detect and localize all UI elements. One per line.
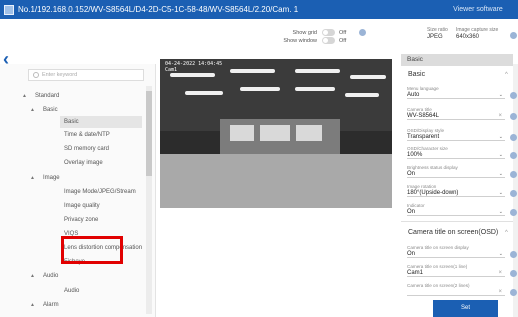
ceiling-light <box>185 91 223 95</box>
caret-icon: ▲ <box>30 107 35 113</box>
chevron-down-icon: ⌄ <box>498 152 503 158</box>
osd-camera-title: Cam1 <box>165 67 178 73</box>
section-basic-title: Basic <box>408 71 426 78</box>
show-grid-label: Show grid <box>292 29 317 36</box>
chevron-up-icon[interactable]: ^ <box>505 230 508 236</box>
chevron-down-icon: ⌄ <box>498 190 503 196</box>
clear-icon[interactable]: × <box>498 269 502 277</box>
video-window <box>230 125 254 141</box>
ceiling-light <box>230 69 275 73</box>
clear-icon[interactable]: × <box>498 288 502 296</box>
menu-language-field[interactable]: Menu language Auto ⌄ <box>407 86 505 99</box>
ceiling-light <box>170 73 215 77</box>
help-icon[interactable] <box>510 152 517 159</box>
show-grid-toggle[interactable] <box>322 29 335 36</box>
osd-title-line1-field[interactable]: Camera title on screen(1 line) Cam1 × <box>407 264 505 277</box>
caret-icon: ▲ <box>30 273 35 279</box>
osd-title-display-field[interactable]: Camera title on screen display On ⌄ <box>407 245 505 258</box>
chevron-down-icon: ⌄ <box>498 171 503 177</box>
chevron-down-icon: ⌄ <box>498 134 503 140</box>
osd-title-line2-field[interactable]: Camera title on screen(2 lines) × <box>407 283 505 296</box>
help-icon[interactable] <box>510 32 517 39</box>
brightness-status-field[interactable]: Brightness status display On ⌄ <box>407 165 505 178</box>
indicator-field[interactable]: Indicator On ⌄ <box>407 203 505 216</box>
tree-item-image-group[interactable]: ▲ Image <box>30 172 60 184</box>
tree-item-sd-card[interactable]: SD memory card <box>64 143 109 155</box>
search-icon <box>33 72 39 78</box>
show-window-row: Show window Off <box>277 37 349 44</box>
search-placeholder: Enter keyword <box>42 72 78 78</box>
ceiling-light <box>350 75 386 79</box>
show-window-toggle[interactable] <box>322 37 335 44</box>
size-ratio-control[interactable]: Size ratio JPEG <box>427 27 448 40</box>
section-divider <box>401 221 513 222</box>
caret-icon: ▲ <box>30 302 35 308</box>
capture-size-control[interactable]: Image capture size 640x360 <box>456 27 498 40</box>
tree-item-image-mode[interactable]: Image Mode/JPEG/Stream <box>64 186 136 198</box>
show-window-state: Off <box>339 37 347 44</box>
panel-header: Basic <box>401 54 513 66</box>
tree-item-time-date[interactable]: Time & date/NTP <box>64 129 110 141</box>
chevron-down-icon: ⌄ <box>498 209 503 215</box>
tree-item-basic-group[interactable]: ▲ Basic <box>30 104 58 116</box>
help-icon[interactable] <box>359 29 366 36</box>
video-osd: 04-24-2022 14:04:45 Cam1 <box>165 61 222 73</box>
ceiling-light <box>345 93 379 97</box>
help-icon[interactable] <box>510 113 517 120</box>
tree-item-basic[interactable]: Basic <box>60 116 142 128</box>
tree-item-image-quality[interactable]: Image quality <box>64 200 100 212</box>
help-icon[interactable] <box>510 289 517 296</box>
help-icon[interactable] <box>510 209 517 216</box>
viewer-software-label: Viewer software <box>453 6 503 13</box>
image-rotation-field[interactable]: Image rotation 180°(Upside-down) ⌄ <box>407 184 505 197</box>
window-titlebar: No.1/192.168.0.152/WV-S8564L/D4-2D-C5-1C… <box>0 0 518 19</box>
video-window <box>296 125 322 141</box>
tree-item-overlay-image[interactable]: Overlay image <box>64 157 103 169</box>
capture-size-value: 640x360 <box>456 34 480 40</box>
show-grid-state: Off <box>339 29 347 36</box>
clear-icon[interactable]: × <box>498 112 502 120</box>
size-ratio-label: Size ratio <box>427 27 448 33</box>
tree-item-standard[interactable]: ▲ Standard <box>22 90 59 102</box>
help-icon[interactable] <box>510 92 517 99</box>
help-icon[interactable] <box>510 171 517 178</box>
help-icon[interactable] <box>510 190 517 197</box>
section-osd-title: Camera title on screen(OSD) <box>408 229 499 236</box>
chevron-up-icon[interactable]: ^ <box>505 72 508 78</box>
show-grid-row: Show grid Off <box>277 29 366 36</box>
app-icon <box>4 4 14 15</box>
tree-scrollbar-thumb[interactable] <box>146 91 152 176</box>
tree-scrollbar[interactable] <box>146 86 152 314</box>
osd-character-size-field[interactable]: OSD/Character size 100% ⌄ <box>407 146 505 159</box>
camera-title-field[interactable]: Camera title WV-S8564L × <box>407 107 505 120</box>
camera-live-view[interactable]: 04-24-2022 14:04:45 Cam1 <box>160 59 392 208</box>
chevron-down-icon: ⌄ <box>498 92 503 98</box>
caret-icon: ▲ <box>30 175 35 181</box>
tree-item-privacy-zone[interactable]: Privacy zone <box>64 214 98 226</box>
video-floor <box>160 154 392 208</box>
chevron-down-icon: ⌄ <box>498 251 503 257</box>
ceiling-light <box>240 87 280 91</box>
tree-item-audio[interactable]: Audio <box>64 285 79 297</box>
highlight-annotation <box>61 236 123 264</box>
set-button[interactable]: Set <box>433 300 498 317</box>
help-icon[interactable] <box>510 134 517 141</box>
caret-icon: ▲ <box>22 93 27 99</box>
ceiling-light <box>295 87 335 91</box>
capture-size-label: Image capture size <box>456 27 499 33</box>
window-title: No.1/192.168.0.152/WV-S8564L/D4-2D-C5-1C… <box>18 5 299 14</box>
help-icon[interactable] <box>510 251 517 258</box>
osd-display-style-field[interactable]: OSD/Display style Transparent ⌄ <box>407 128 505 141</box>
tree-item-alarm-group[interactable]: ▲ Alarm <box>30 299 59 311</box>
ceiling-light <box>295 69 340 73</box>
video-window <box>260 125 290 141</box>
show-window-label: Show window <box>283 37 317 44</box>
search-input[interactable]: Enter keyword <box>28 69 144 81</box>
tree-item-audio-group[interactable]: ▲ Audio <box>30 270 58 282</box>
size-ratio-value: JPEG <box>427 34 443 40</box>
help-icon[interactable] <box>510 270 517 277</box>
